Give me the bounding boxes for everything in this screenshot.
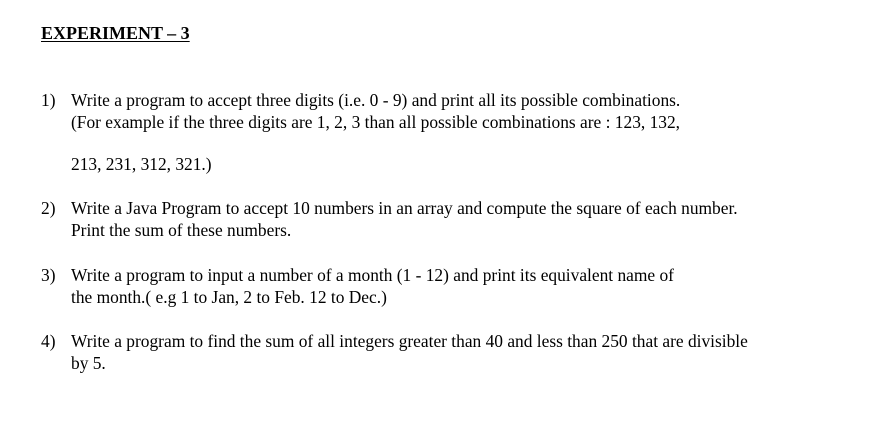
- item-text-line: Write a program to find the sum of all i…: [71, 331, 748, 351]
- item-text-line: Write a program to accept three digits (…: [71, 90, 681, 110]
- item-text-line: Write a Java Program to accept 10 number…: [71, 198, 738, 218]
- item-text-line: Write a program to input a number of a m…: [71, 265, 674, 285]
- item-number: 2): [41, 198, 56, 218]
- document-page: EXPERIMENT – 3 1) Write a program to acc…: [0, 0, 878, 425]
- page-title: EXPERIMENT – 3: [41, 23, 190, 43]
- item-text-line: the month.( e.g 1 to Jan, 2 to Feb. 12 t…: [71, 287, 387, 307]
- item-text-line: 213, 231, 312, 321.): [71, 154, 212, 174]
- item-text-line: Print the sum of these numbers.: [71, 220, 292, 240]
- item-text-line: by 5.: [71, 353, 106, 373]
- item-text-line: (For example if the three digits are 1, …: [71, 112, 681, 132]
- item-number: 1): [41, 90, 56, 110]
- item-number: 3): [41, 265, 56, 285]
- item-number: 4): [41, 331, 56, 351]
